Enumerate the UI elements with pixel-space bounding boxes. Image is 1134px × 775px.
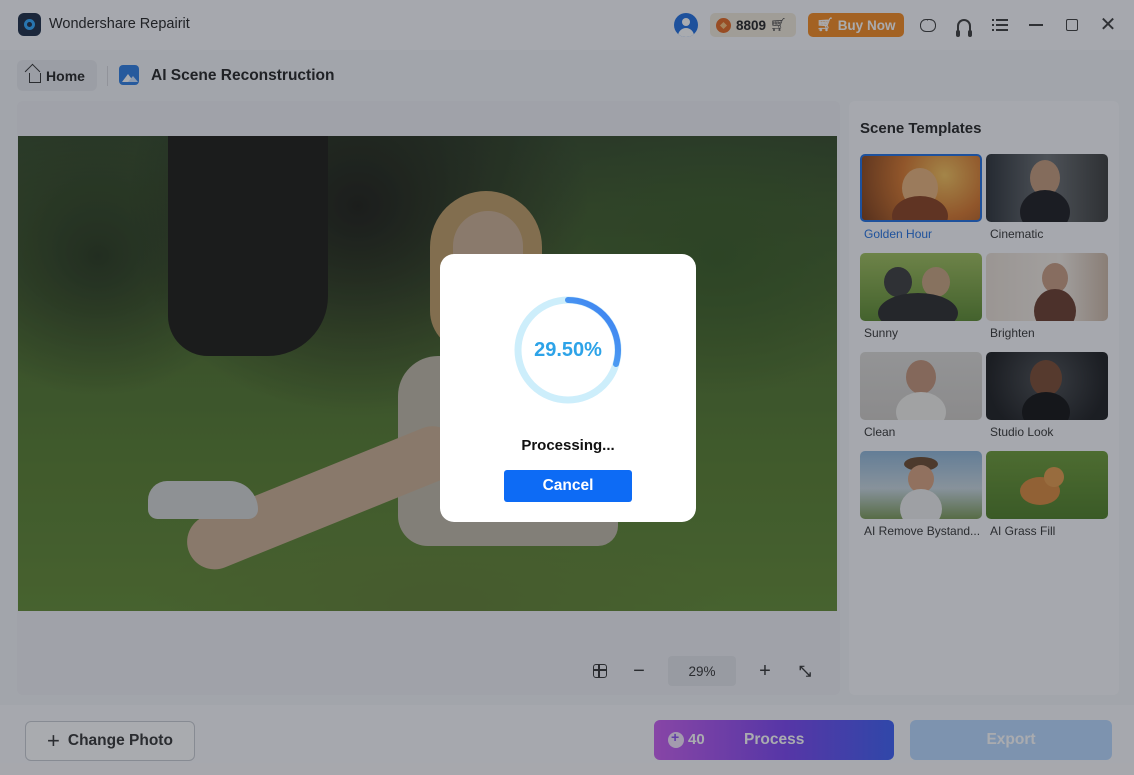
cancel-button[interactable]: Cancel (504, 470, 632, 502)
processing-status: Processing... (521, 437, 615, 454)
processing-dialog: 29.50% Processing... Cancel (440, 254, 696, 522)
progress-percent: 29.50% (534, 338, 602, 361)
